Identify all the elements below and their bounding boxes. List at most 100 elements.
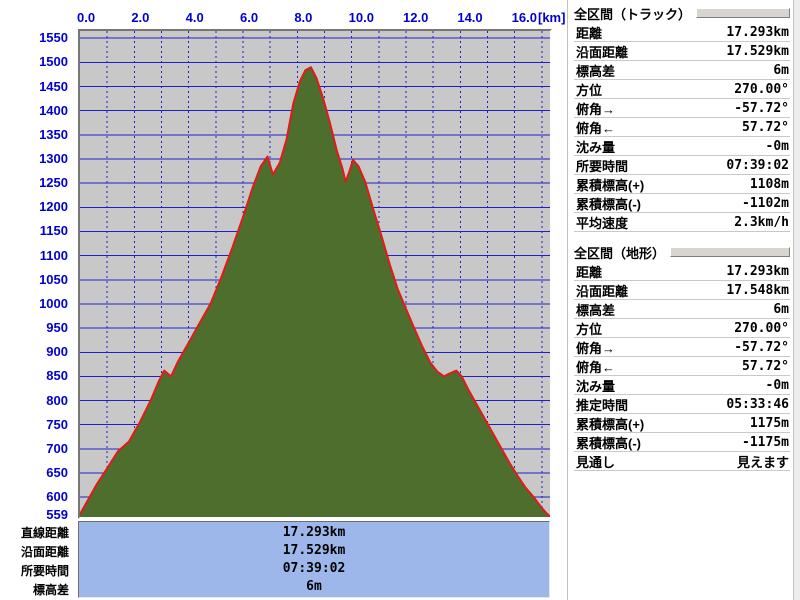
stat-label: 累積標高(-) xyxy=(576,196,641,212)
y-axis-tick-label: 559 xyxy=(46,507,68,522)
stat-label: 俯角← xyxy=(576,359,616,375)
y-axis-tick-label: 1400 xyxy=(39,102,68,118)
stat-row: 距離 17.293km xyxy=(574,262,790,281)
plot-frame xyxy=(78,29,552,519)
summary-box: 17.293km 17.529km 07:39:02 6m xyxy=(78,521,550,598)
x-axis-tick-label: 10.0 xyxy=(348,10,374,25)
stat-label: 沿面距離 xyxy=(576,44,629,60)
stat-row: 俯角→ -57.72° xyxy=(574,338,790,357)
stat-label: 方位 xyxy=(576,321,603,337)
y-axis-labels: 1550 1500 1450 1400 1350 1300 1250 1200 1150 1100… xyxy=(0,0,70,600)
stat-row: 標高差 6m xyxy=(574,300,790,319)
y-axis-tick-label: 1150 xyxy=(39,223,68,239)
stat-value: 17.529km xyxy=(726,43,789,59)
y-axis-tick-label: 1050 xyxy=(39,271,68,287)
stat-label: 平均速度 xyxy=(576,215,629,231)
stat-row: 累積標高(-) -1102m xyxy=(574,194,790,213)
stat-label: 俯角← xyxy=(576,120,616,136)
summary-row-value: 07:39:02 xyxy=(282,561,346,576)
stat-value: 57.72° xyxy=(742,119,789,135)
stat-value: -1175m xyxy=(742,434,789,450)
y-axis-tick-label: 1100 xyxy=(39,247,68,263)
x-axis-labels: 0.0 2.0 4.0 6.0 8.0 10.0 12.0 14.0 16.0 xyxy=(0,10,572,28)
stat-value: 07:39:02 xyxy=(726,157,789,173)
stat-label: 俯角→ xyxy=(576,101,616,117)
y-axis-tick-label: 900 xyxy=(46,344,68,360)
stat-row: 平均速度 2.3km/h xyxy=(574,213,790,232)
x-axis-tick-label: 2.0 xyxy=(131,10,150,25)
stat-label: 累積標高(-) xyxy=(576,435,641,451)
stat-value: -0m xyxy=(765,377,789,393)
panel-title-bar xyxy=(696,8,790,18)
stat-row: 距離 17.293km xyxy=(574,23,790,42)
stat-label: 俯角→ xyxy=(576,340,616,356)
stat-row: 見通し 見えます xyxy=(574,452,790,471)
stat-row: 方位 270.00° xyxy=(574,319,790,338)
summary-row-value: 17.529km xyxy=(282,543,346,558)
stat-row: 沿面距離 17.529km xyxy=(574,42,790,61)
stat-value: -0m xyxy=(765,138,789,154)
stat-value: 270.00° xyxy=(734,320,789,336)
x-axis-tick-label: 16.0 xyxy=(511,10,537,25)
panel-title-row: 全区間（地形） xyxy=(574,242,790,262)
y-axis-tick-label: 950 xyxy=(46,320,68,336)
stat-value: 17.548km xyxy=(726,282,789,298)
stat-row: 沿面距離 17.548km xyxy=(574,281,790,300)
stat-label: 沿面距離 xyxy=(576,283,629,299)
y-axis-tick-label: 750 xyxy=(46,416,68,432)
stat-label: 方位 xyxy=(576,82,603,98)
y-axis-tick-label: 1350 xyxy=(39,126,68,142)
y-axis-tick-label: 1450 xyxy=(39,78,68,94)
stat-value: -57.72° xyxy=(734,100,789,116)
summary-labels: 直線距離沿面距離所要時間標高差 xyxy=(0,524,74,600)
stat-row: 俯角← 57.72° xyxy=(574,118,790,137)
stat-value: 1175m xyxy=(749,415,789,431)
summary-row-value: 6m xyxy=(306,579,322,594)
stat-value: -1102m xyxy=(742,195,789,211)
stat-row: 俯角← 57.72° xyxy=(574,357,790,376)
y-axis-tick-label: 800 xyxy=(46,392,68,408)
stat-value: 1108m xyxy=(749,176,789,192)
summary-row-label: 標高差 xyxy=(32,583,69,597)
stat-row: 所要時間 07:39:02 xyxy=(574,156,790,175)
stat-label: 標高差 xyxy=(576,302,616,318)
pane-divider[interactable] xyxy=(567,0,568,600)
stat-row: 沈み量 -0m xyxy=(574,376,790,395)
stat-label: 見通し xyxy=(576,454,616,470)
info-panel: 全区間（トラック） 距離 17.293km 沿面距離 17.529km 標高差 6m 方位 27… xyxy=(574,3,790,232)
y-axis-tick-label: 1000 xyxy=(39,295,68,311)
y-axis-tick-label: 1250 xyxy=(39,175,68,191)
summary-row-label: 所要時間 xyxy=(20,564,69,578)
stat-row: 累積標高(-) -1175m xyxy=(574,433,790,452)
stat-row: 累積標高(+) 1175m xyxy=(574,414,790,433)
x-axis-tick-label: 4.0 xyxy=(185,10,204,25)
stat-label: 累積標高(+) xyxy=(576,416,645,432)
stat-label: 累積標高(+) xyxy=(576,177,645,193)
panel-title-row: 全区間（トラック） xyxy=(574,3,790,23)
stat-value: 17.293km xyxy=(726,263,789,279)
elevation-profile-plot[interactable] xyxy=(80,31,550,517)
stat-value: 57.72° xyxy=(742,358,789,374)
stat-row: 標高差 6m xyxy=(574,61,790,80)
y-axis-tick-label: 700 xyxy=(46,440,68,456)
y-axis-tick-label: 1500 xyxy=(39,54,68,70)
x-axis-tick-label: 6.0 xyxy=(240,10,259,25)
stat-row: 累積標高(+) 1108m xyxy=(574,175,790,194)
summary-row-value: 17.293km xyxy=(282,525,346,540)
y-axis-tick-label: 650 xyxy=(46,465,68,481)
stat-value: 6m xyxy=(773,62,789,78)
stat-label: 距離 xyxy=(576,264,603,280)
x-axis-tick-label: 14.0 xyxy=(457,10,483,25)
stat-row: 推定時間 05:33:46 xyxy=(574,395,790,414)
stat-label: 標高差 xyxy=(576,63,616,79)
x-axis-tick-label: 0.0 xyxy=(77,10,96,25)
x-axis-tick-label: 12.0 xyxy=(403,10,429,25)
y-axis-tick-label: 850 xyxy=(46,368,68,384)
stat-label: 所要時間 xyxy=(576,158,629,174)
summary-row-label: 直線距離 xyxy=(20,526,69,540)
scrollbar-track[interactable] xyxy=(793,0,800,600)
summary-row-label: 沿面距離 xyxy=(20,545,69,559)
stat-row: 沈み量 -0m xyxy=(574,137,790,156)
panel-title-bar xyxy=(670,247,790,257)
stat-value: 2.3km/h xyxy=(734,214,789,230)
